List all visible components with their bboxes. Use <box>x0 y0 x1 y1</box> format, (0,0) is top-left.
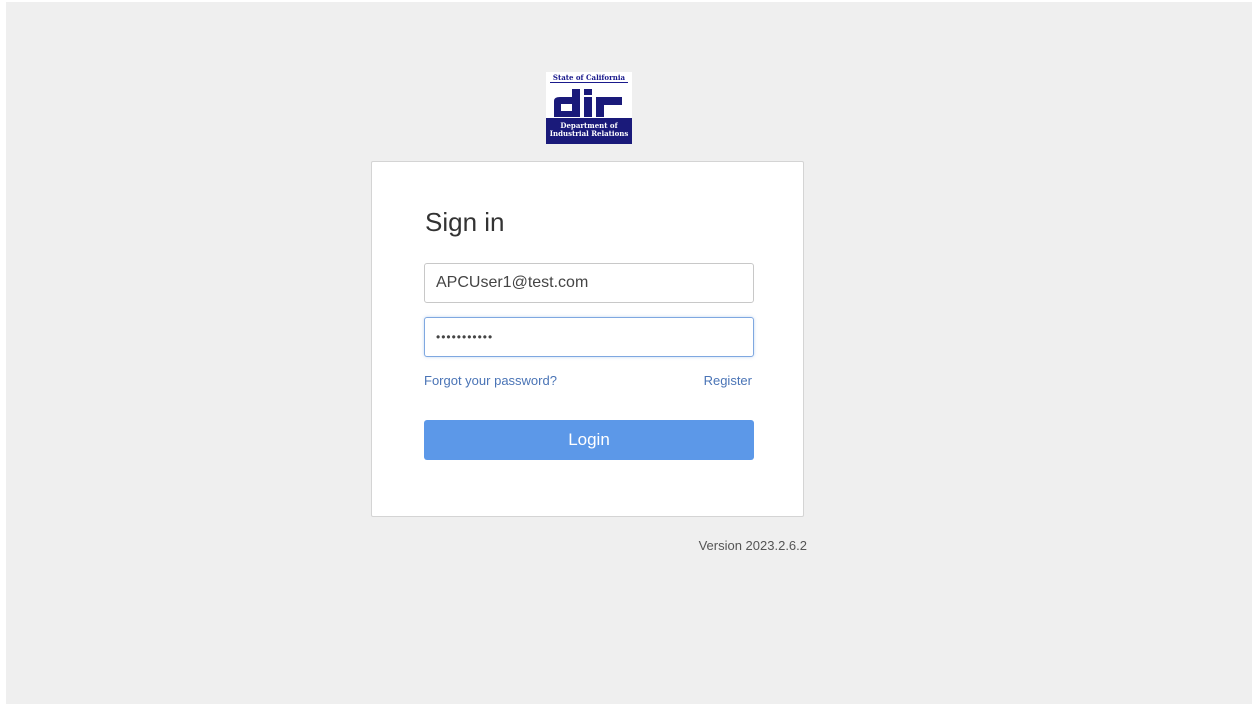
page-title: Sign in <box>425 207 505 237</box>
login-button[interactable]: Login <box>424 420 754 460</box>
logo-dept-text: Department of Industrial Relations <box>546 118 632 144</box>
logo-state-text: State of California <box>552 73 626 82</box>
version-text: Version 2023.2.6.2 <box>698 538 807 553</box>
forgot-password-link[interactable]: Forgot your password? <box>424 373 557 389</box>
logo-divider <box>550 82 628 83</box>
logo-dept-line2: Industrial Relations <box>549 129 629 138</box>
dir-logo: State of California Department of Indust… <box>546 72 632 144</box>
page-background: State of California Department of Indust… <box>6 2 1252 704</box>
email-input[interactable] <box>424 263 754 303</box>
dir-logo-mark <box>554 89 622 117</box>
register-link[interactable]: Register <box>704 373 752 389</box>
signin-card: Sign in Forgot your password? Register L… <box>371 161 804 517</box>
password-input[interactable] <box>424 317 754 357</box>
